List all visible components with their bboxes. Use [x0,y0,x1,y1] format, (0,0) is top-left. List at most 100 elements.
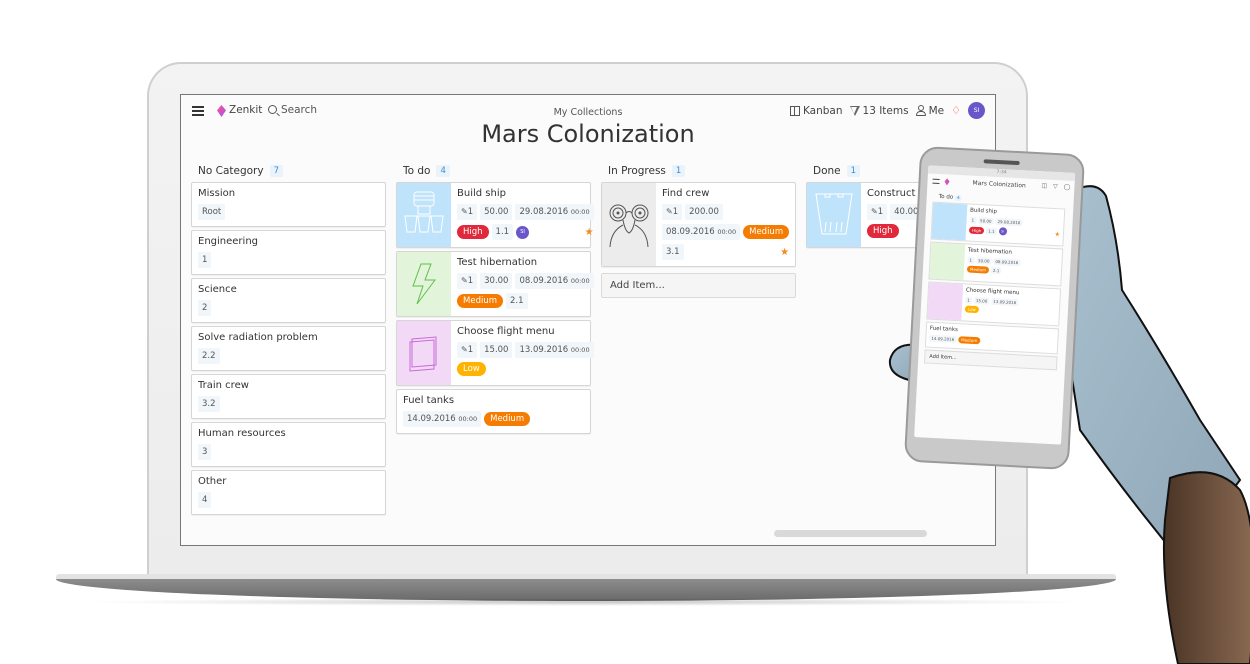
amount-chip: 15.00 [973,296,990,305]
attachment-chip: 1 [965,296,973,304]
notification-bell-icon[interactable]: ♢ [951,105,961,116]
kanban-card[interactable]: Choose flight menu 1 15.00 13.09.2016 Lo… [926,281,1062,327]
alien-image [602,183,656,266]
date-chip: 14.09.2016 00:00 [403,411,482,427]
card-number-chip: 1.1 [491,224,514,240]
filter-icon[interactable]: ▽ [1053,183,1058,190]
attachment-chip: ✎1 [662,204,683,220]
kanban-card[interactable]: Train crew 3.2 [191,374,386,419]
user-filter-button[interactable]: Me [915,104,945,117]
card-title: Human resources [198,428,286,439]
card-number-chip: 1 [198,252,212,268]
hamburger-menu-icon[interactable] [932,178,940,184]
kanban-card[interactable]: Fuel tanks 14.09.2016 00:00 Medium [396,389,591,434]
card-title: Engineering [198,236,258,247]
kanban-card[interactable]: Find crew ✎1 200.00 08.09.2016 00:00 Med… [601,182,796,267]
date-chip: 29.08.2016 00:00 [515,204,594,220]
date-chip: 13.09.2016 00:00 [515,342,594,358]
column-title: To do [938,193,954,201]
kanban-card[interactable]: Mission Root [191,182,386,227]
filter-button[interactable]: 13 Items [849,104,909,117]
phone-speaker [983,159,1020,166]
column-header[interactable]: In Progress 1 [601,162,796,180]
priority-tag: Medium [743,225,790,239]
lightning-image [397,252,451,316]
attachment-chip: ✎1 [457,273,478,289]
laptop-screen: Zenkit Search My Collections Mars Coloni… [180,94,996,546]
kanban-card[interactable]: Test hibernation ✎1 30.00 08.09.2016 00:… [396,251,594,317]
card-title: Solve radiation problem [198,332,318,343]
amount-chip: 50.00 [480,204,513,220]
kanban-card[interactable]: Test hibernation 1 30.00 08.09.2016 Medi… [928,241,1064,287]
assignee-avatar[interactable]: SI [516,225,530,239]
column-title: Done [813,165,841,177]
card-title: Build ship [457,188,506,199]
column-header[interactable]: To do 4 [396,162,591,180]
priority-tag: High [867,224,899,238]
page-title: Mars Colonization [481,120,695,148]
user-icon[interactable]: ◯ [1064,183,1071,190]
toolbar-right: Kanban 13 Items Me ♢ SI [789,102,985,119]
papers-image [927,282,964,321]
attachment-icon: ✎ [461,276,468,285]
column-count: 4 [436,165,450,177]
view-label: Kanban [802,104,843,117]
kanban-card[interactable]: Human resources 3 [191,422,386,467]
phone-page-title: Mars Colonization [972,179,1026,190]
user-icon [915,105,926,116]
kanban-card[interactable]: Solve radiation problem 2.2 [191,326,386,371]
kanban-board: No Category 7 Mission Root Engineering 1… [191,162,995,515]
kanban-card[interactable]: Choose flight menu ✎1 15.00 13.09.2016 0… [396,320,594,386]
phone-screen: 7:34 Mars Colonization ◫ ▽ ◯ To do 4 Bui… [914,165,1076,445]
attachment-icon: ✎ [461,345,468,354]
kanban-icon [789,105,800,116]
horizontal-scrollbar[interactable] [774,530,927,537]
amount-chip: 200.00 [685,204,723,220]
priority-tag: Low [964,305,979,314]
filter-label: 13 Items [862,104,909,117]
column-no-category: No Category 7 Mission Root Engineering 1… [191,162,386,515]
assignee-avatar[interactable]: SI [998,227,1007,236]
attachment-chip: 1 [967,256,975,264]
column-count: 1 [846,165,861,177]
user-avatar[interactable]: SI [968,102,985,119]
priority-tag: High [968,226,985,234]
kanban-card[interactable]: Build ship ✎1 50.00 29.08.2016 00:00 Hig… [396,182,594,248]
rocket-ship-image [931,202,968,241]
zenkit-logo-icon[interactable] [944,178,949,185]
card-title: Other [198,476,227,487]
card-number-chip: 2 [198,300,212,316]
star-icon[interactable]: ★ [585,227,594,238]
column-count: 4 [954,195,962,202]
user-label: Me [928,104,945,117]
card-number-chip: 2.2 [198,348,220,364]
kanban-card[interactable]: Other 4 [191,470,386,515]
attachment-chip: ✎1 [867,204,888,220]
add-item-button[interactable]: Add Item... [601,273,796,298]
card-number-chip: 4 [198,492,212,508]
priority-tag: Medium [966,265,990,274]
amount-chip: 30.00 [480,273,513,289]
view-switcher[interactable]: Kanban [789,104,843,117]
amount-chip: 50.00 [977,217,994,225]
kanban-card[interactable]: Science 2 [191,278,386,323]
priority-tag: Medium [958,336,981,345]
priority-tag: Low [457,362,486,376]
column-header[interactable]: No Category 7 [191,162,386,180]
attachment-icon: ✎ [461,207,468,216]
priority-tag: High [457,225,489,239]
lightning-image [929,242,966,281]
phone-card-list: Build ship 1 50.00 29.08.2016 High 1.1 S… [919,201,1073,355]
kanban-card[interactable]: Build ship 1 50.00 29.08.2016 High 1.1 S… [930,201,1066,247]
attachment-icon: ✎ [871,207,878,216]
card-title: Choose flight menu [457,326,555,337]
date-chip: 08.09.2016 00:00 [515,273,594,289]
kanban-card[interactable]: Engineering 1 [191,230,386,275]
kanban-card[interactable]: Fuel tanks 14.09.2016 Medium [924,321,1060,355]
card-number-chip: 2.1 [990,266,1002,275]
star-icon[interactable]: ★ [1054,231,1060,238]
star-icon[interactable]: ★ [780,247,789,258]
kanban-icon[interactable]: ◫ [1041,182,1047,189]
card-number-chip: 3.2 [198,396,220,412]
card-title: Mission [198,188,236,199]
